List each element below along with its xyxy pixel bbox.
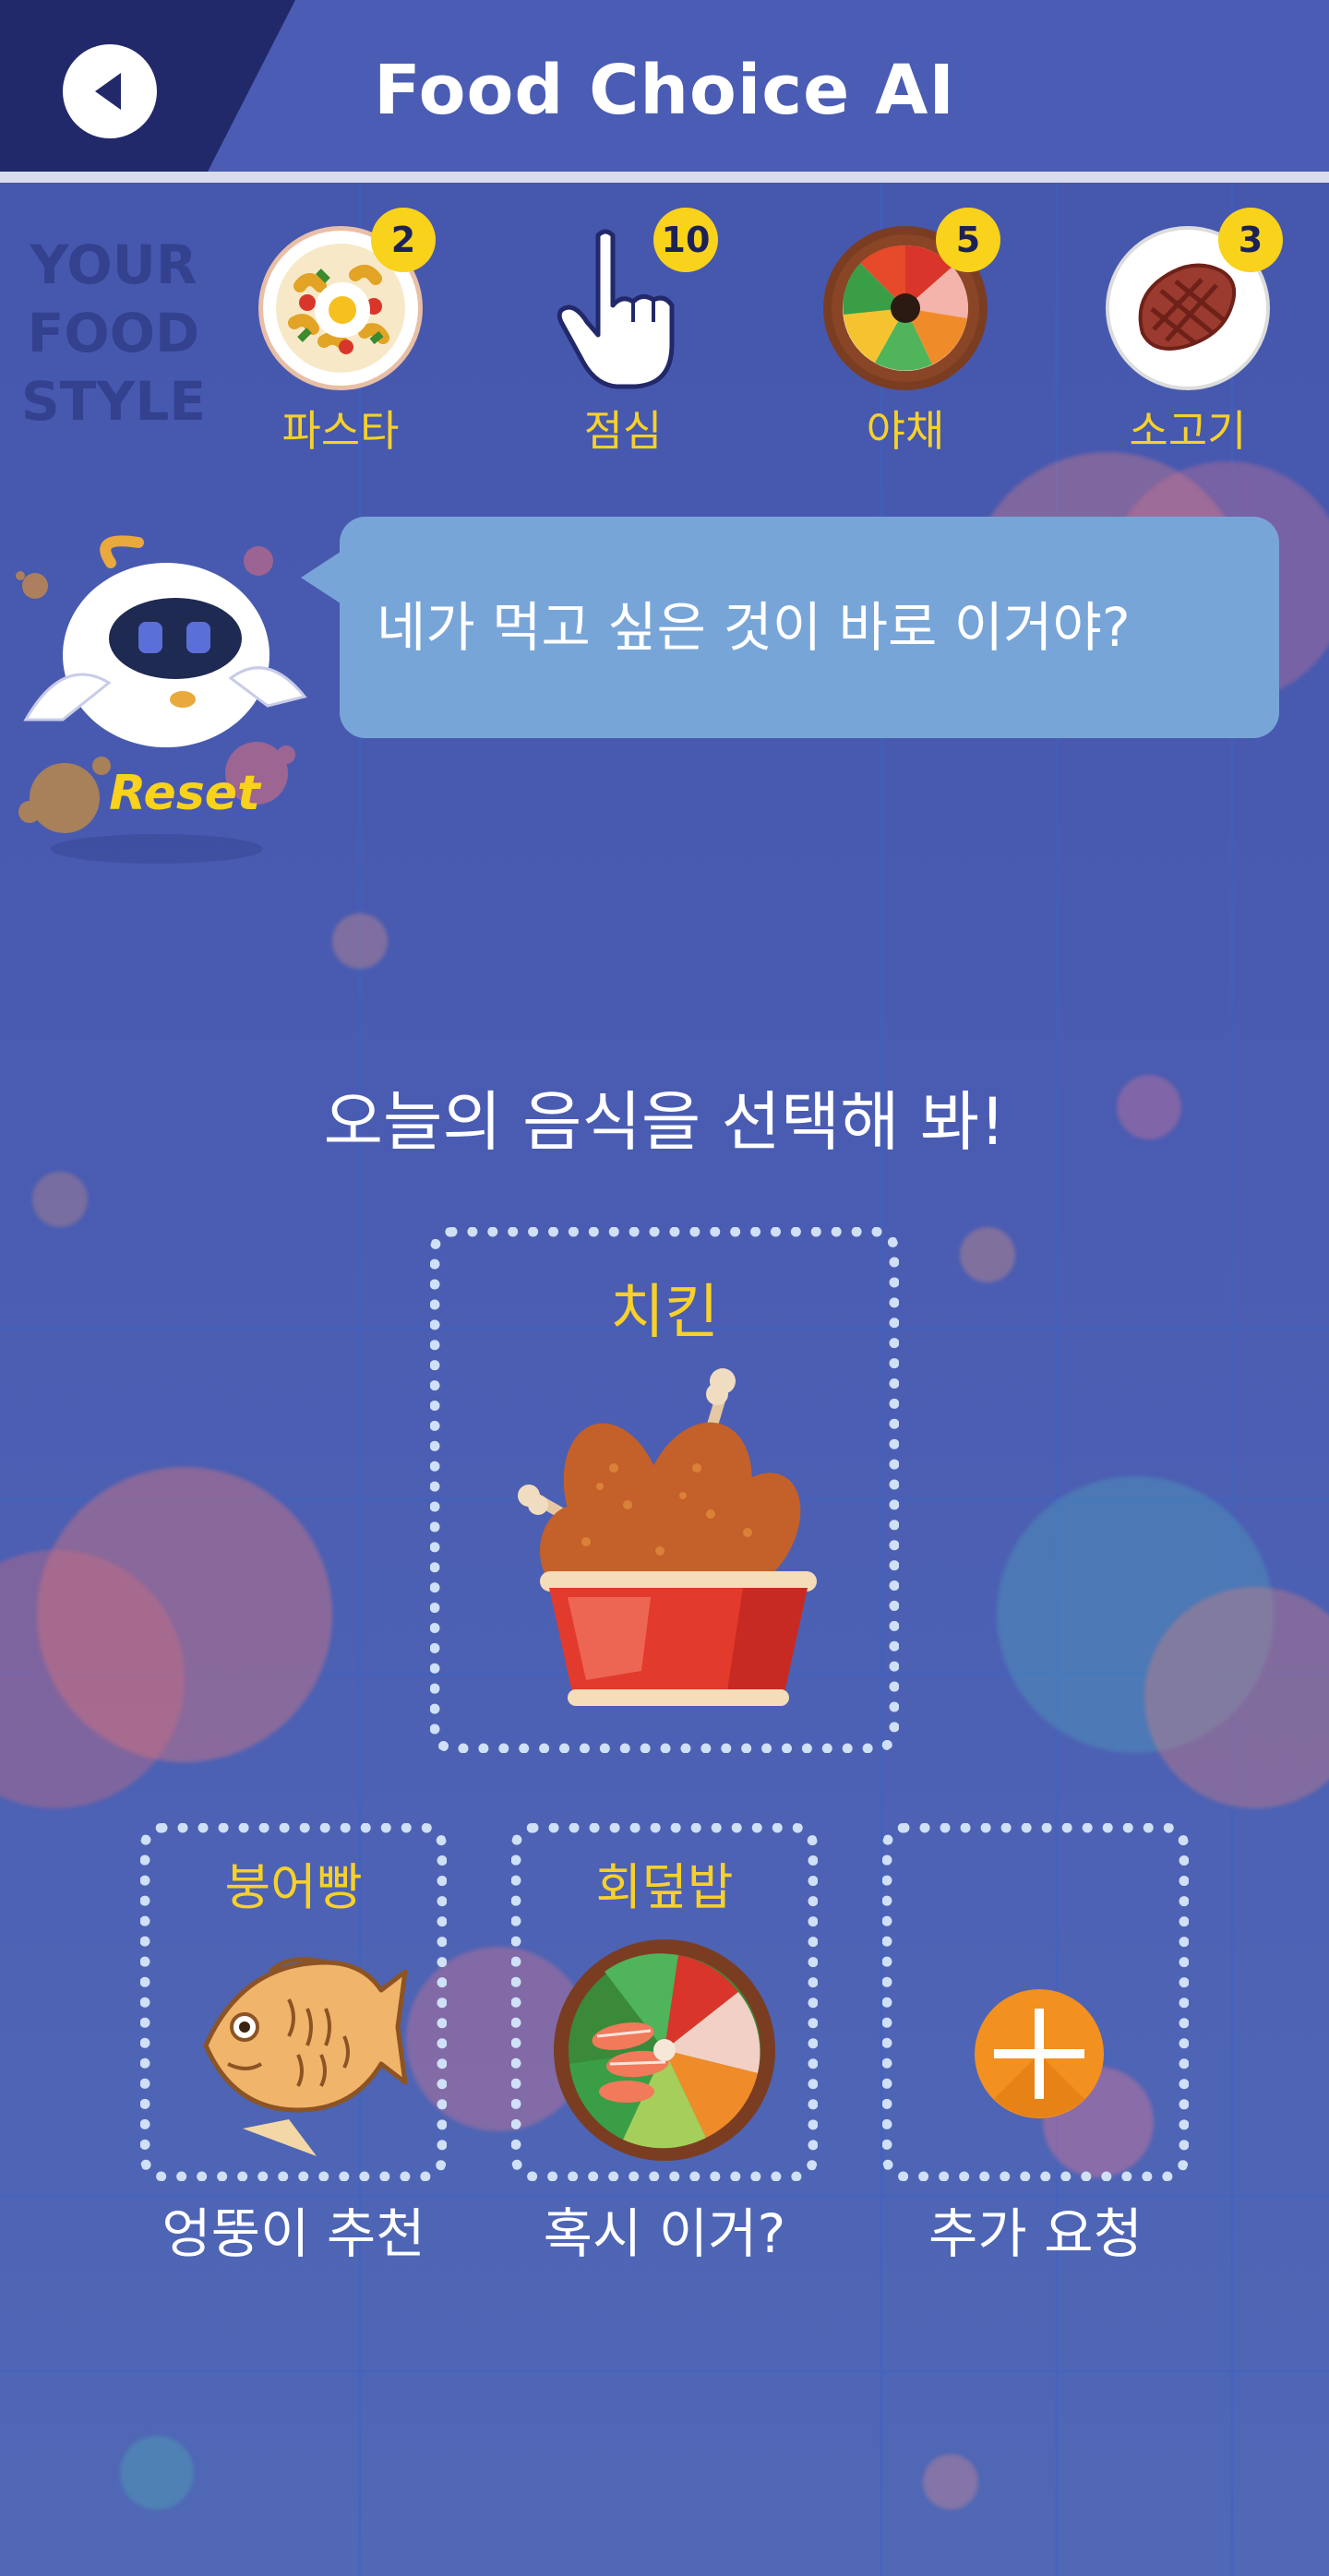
bokeh-light xyxy=(32,1172,88,1227)
assistant-message: 네가 먹고 싶은 것이 바로 이거야? xyxy=(377,596,1131,659)
food-style-label: 소고기 xyxy=(1129,406,1247,456)
header-divider xyxy=(0,172,1329,183)
header-bar: Food Choice AI xyxy=(0,0,1329,172)
food-style-item-vegetable[interactable]: 5 야채 xyxy=(807,208,1000,466)
plus-circle-icon xyxy=(975,1989,1104,2118)
featured-food-label: 치킨 xyxy=(610,1279,719,1347)
robot-mascot-icon xyxy=(16,535,307,864)
food-style-label: 점심 xyxy=(583,406,663,456)
bokeh-light xyxy=(1144,1587,1329,1808)
select-prompt: 오늘의 음식을 선택해 봐! xyxy=(323,1084,1006,1160)
count-badge: 3 xyxy=(1218,208,1283,272)
page-title: Food Choice AI xyxy=(374,51,955,130)
food-style-item-pasta[interactable]: 2 파스타 xyxy=(242,208,436,466)
count-badge: 10 xyxy=(653,208,718,272)
fried-chicken-bucket-icon xyxy=(518,1368,817,1706)
option-card-sashimi-rice[interactable]: 회덮밥 xyxy=(511,1823,818,2181)
sashimi-bowl-icon xyxy=(554,1939,775,2161)
fish-bread-icon xyxy=(203,1957,408,2156)
option-title: 회덮밥 xyxy=(595,1858,734,1916)
chevron-left-icon xyxy=(95,73,121,110)
count-badge: 5 xyxy=(936,208,1000,272)
option-caption: 엉뚱이 추천 xyxy=(162,2202,425,2265)
featured-food-card[interactable]: 치킨 xyxy=(430,1227,899,1753)
app-screen: Food Choice AI YOUR FOOD STYLE 2 파스타 10 … xyxy=(0,0,1329,2576)
food-style-heading-line: YOUR xyxy=(30,233,198,296)
speech-bubble-tail xyxy=(301,550,343,605)
bokeh-light xyxy=(0,1550,185,1808)
back-button[interactable] xyxy=(63,44,157,138)
bokeh-light xyxy=(997,1476,1274,1753)
food-style-label: 파스타 xyxy=(281,406,400,456)
food-style-heading-line: FOOD xyxy=(27,302,200,364)
food-style-item-lunch[interactable]: 10 점심 xyxy=(524,208,718,466)
option-card-add-request[interactable] xyxy=(882,1823,1189,2181)
option-card-fishbread[interactable]: 붕어빵 xyxy=(140,1823,447,2181)
bokeh-light xyxy=(960,1227,1015,1282)
option-title: 붕어빵 xyxy=(224,1858,363,1916)
add-request-caption[interactable]: 추가 요청 xyxy=(860,2190,1211,2268)
bokeh-light xyxy=(37,1467,332,1762)
food-style-label: 야채 xyxy=(866,406,945,456)
bokeh-light xyxy=(332,913,388,969)
bokeh-light xyxy=(923,2454,978,2510)
option-caption: 혹시 이거? xyxy=(543,2202,786,2265)
count-badge: 2 xyxy=(371,208,436,272)
food-style-item-beef[interactable]: 3 소고기 xyxy=(1089,208,1283,466)
bokeh-light xyxy=(120,2436,194,2510)
speech-bubble: 네가 먹고 싶은 것이 바로 이거야? xyxy=(340,517,1279,738)
food-style-heading-line: STYLE xyxy=(21,370,206,433)
reset-robot-button[interactable] xyxy=(9,535,314,877)
food-style-heading: YOUR FOOD STYLE xyxy=(17,231,210,435)
reset-label[interactable]: Reset xyxy=(92,766,277,821)
